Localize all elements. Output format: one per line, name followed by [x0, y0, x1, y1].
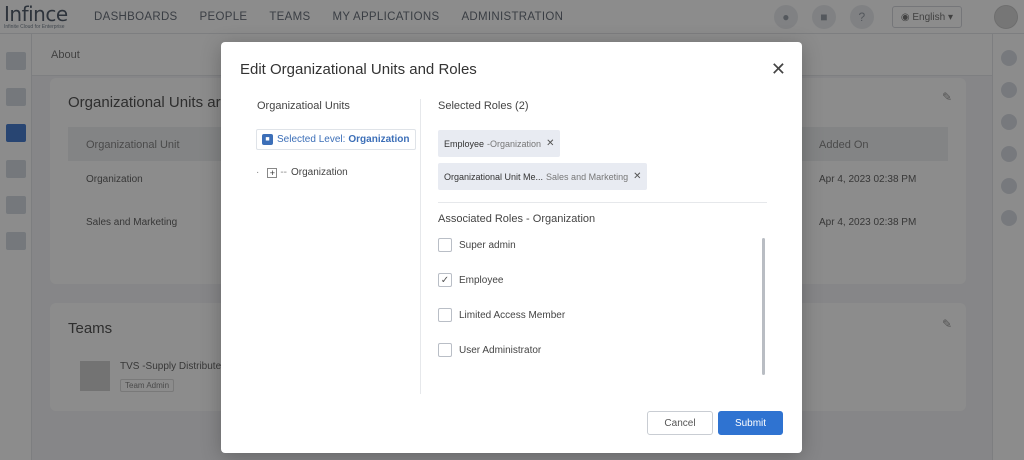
role-chip: Organizational Unit Me... Sales and Mark… [438, 163, 648, 190]
role-option-user-admin[interactable]: User Administrator [438, 343, 541, 357]
checkmark-icon: ✓ [440, 274, 450, 286]
tree-line-icon: · [256, 167, 260, 178]
chip-unit: Organization [490, 138, 542, 149]
role-option-employee[interactable]: ✓ Employee [438, 273, 503, 287]
checkbox-limited-access[interactable] [438, 308, 452, 322]
tree-node-organization[interactable]: Organization [291, 167, 348, 178]
role-option-label: Employee [459, 274, 504, 286]
roles-scrollbar[interactable] [762, 238, 765, 375]
role-option-label: Limited Access Member [459, 309, 566, 321]
org-units-label: Organizatioal Units [257, 100, 350, 112]
close-icon[interactable]: ✕ [771, 60, 786, 78]
associated-roles-label: Associated Roles - Organization [438, 213, 596, 225]
remove-chip-icon[interactable]: ✕ [633, 171, 641, 182]
role-option-label: Super admin [459, 239, 516, 251]
role-chip: Employee - Organization ✕ [438, 130, 561, 157]
cancel-button[interactable]: Cancel [647, 411, 713, 435]
selected-level-value: Organization [348, 134, 410, 145]
selected-roles-label: Selected Roles (2) [438, 100, 529, 112]
chip-unit: Sales and Marketing [546, 171, 629, 182]
submit-button[interactable]: Submit [718, 411, 783, 435]
chip-role: Employee [444, 138, 485, 149]
role-option-limited-access[interactable]: Limited Access Member [438, 308, 565, 322]
checkbox-super-admin[interactable] [438, 238, 452, 252]
selected-level[interactable]: ■ Selected Level: Organization [256, 129, 416, 150]
checkbox-employee[interactable]: ✓ [438, 273, 452, 287]
remove-chip-icon[interactable]: ✕ [546, 138, 554, 149]
chip-role: Organizational Unit Me... [444, 171, 544, 182]
modal-title: Edit Organizational Units and Roles [240, 61, 477, 78]
expand-plus-icon[interactable]: + [267, 167, 278, 178]
selected-level-prefix: Selected Level: [277, 134, 346, 145]
checkbox-user-admin[interactable] [438, 343, 452, 357]
tree-connector-icon: -- [280, 167, 288, 178]
role-option-label: User Administrator [459, 344, 542, 356]
vertical-divider [420, 99, 421, 394]
role-option-super-admin[interactable]: Super admin [438, 238, 516, 252]
horizontal-divider [438, 202, 767, 203]
org-tree: · + -- Organization [256, 167, 348, 178]
edit-org-units-modal: Edit Organizational Units and Roles ✕ Or… [221, 42, 802, 453]
org-level-icon: ■ [262, 134, 273, 145]
